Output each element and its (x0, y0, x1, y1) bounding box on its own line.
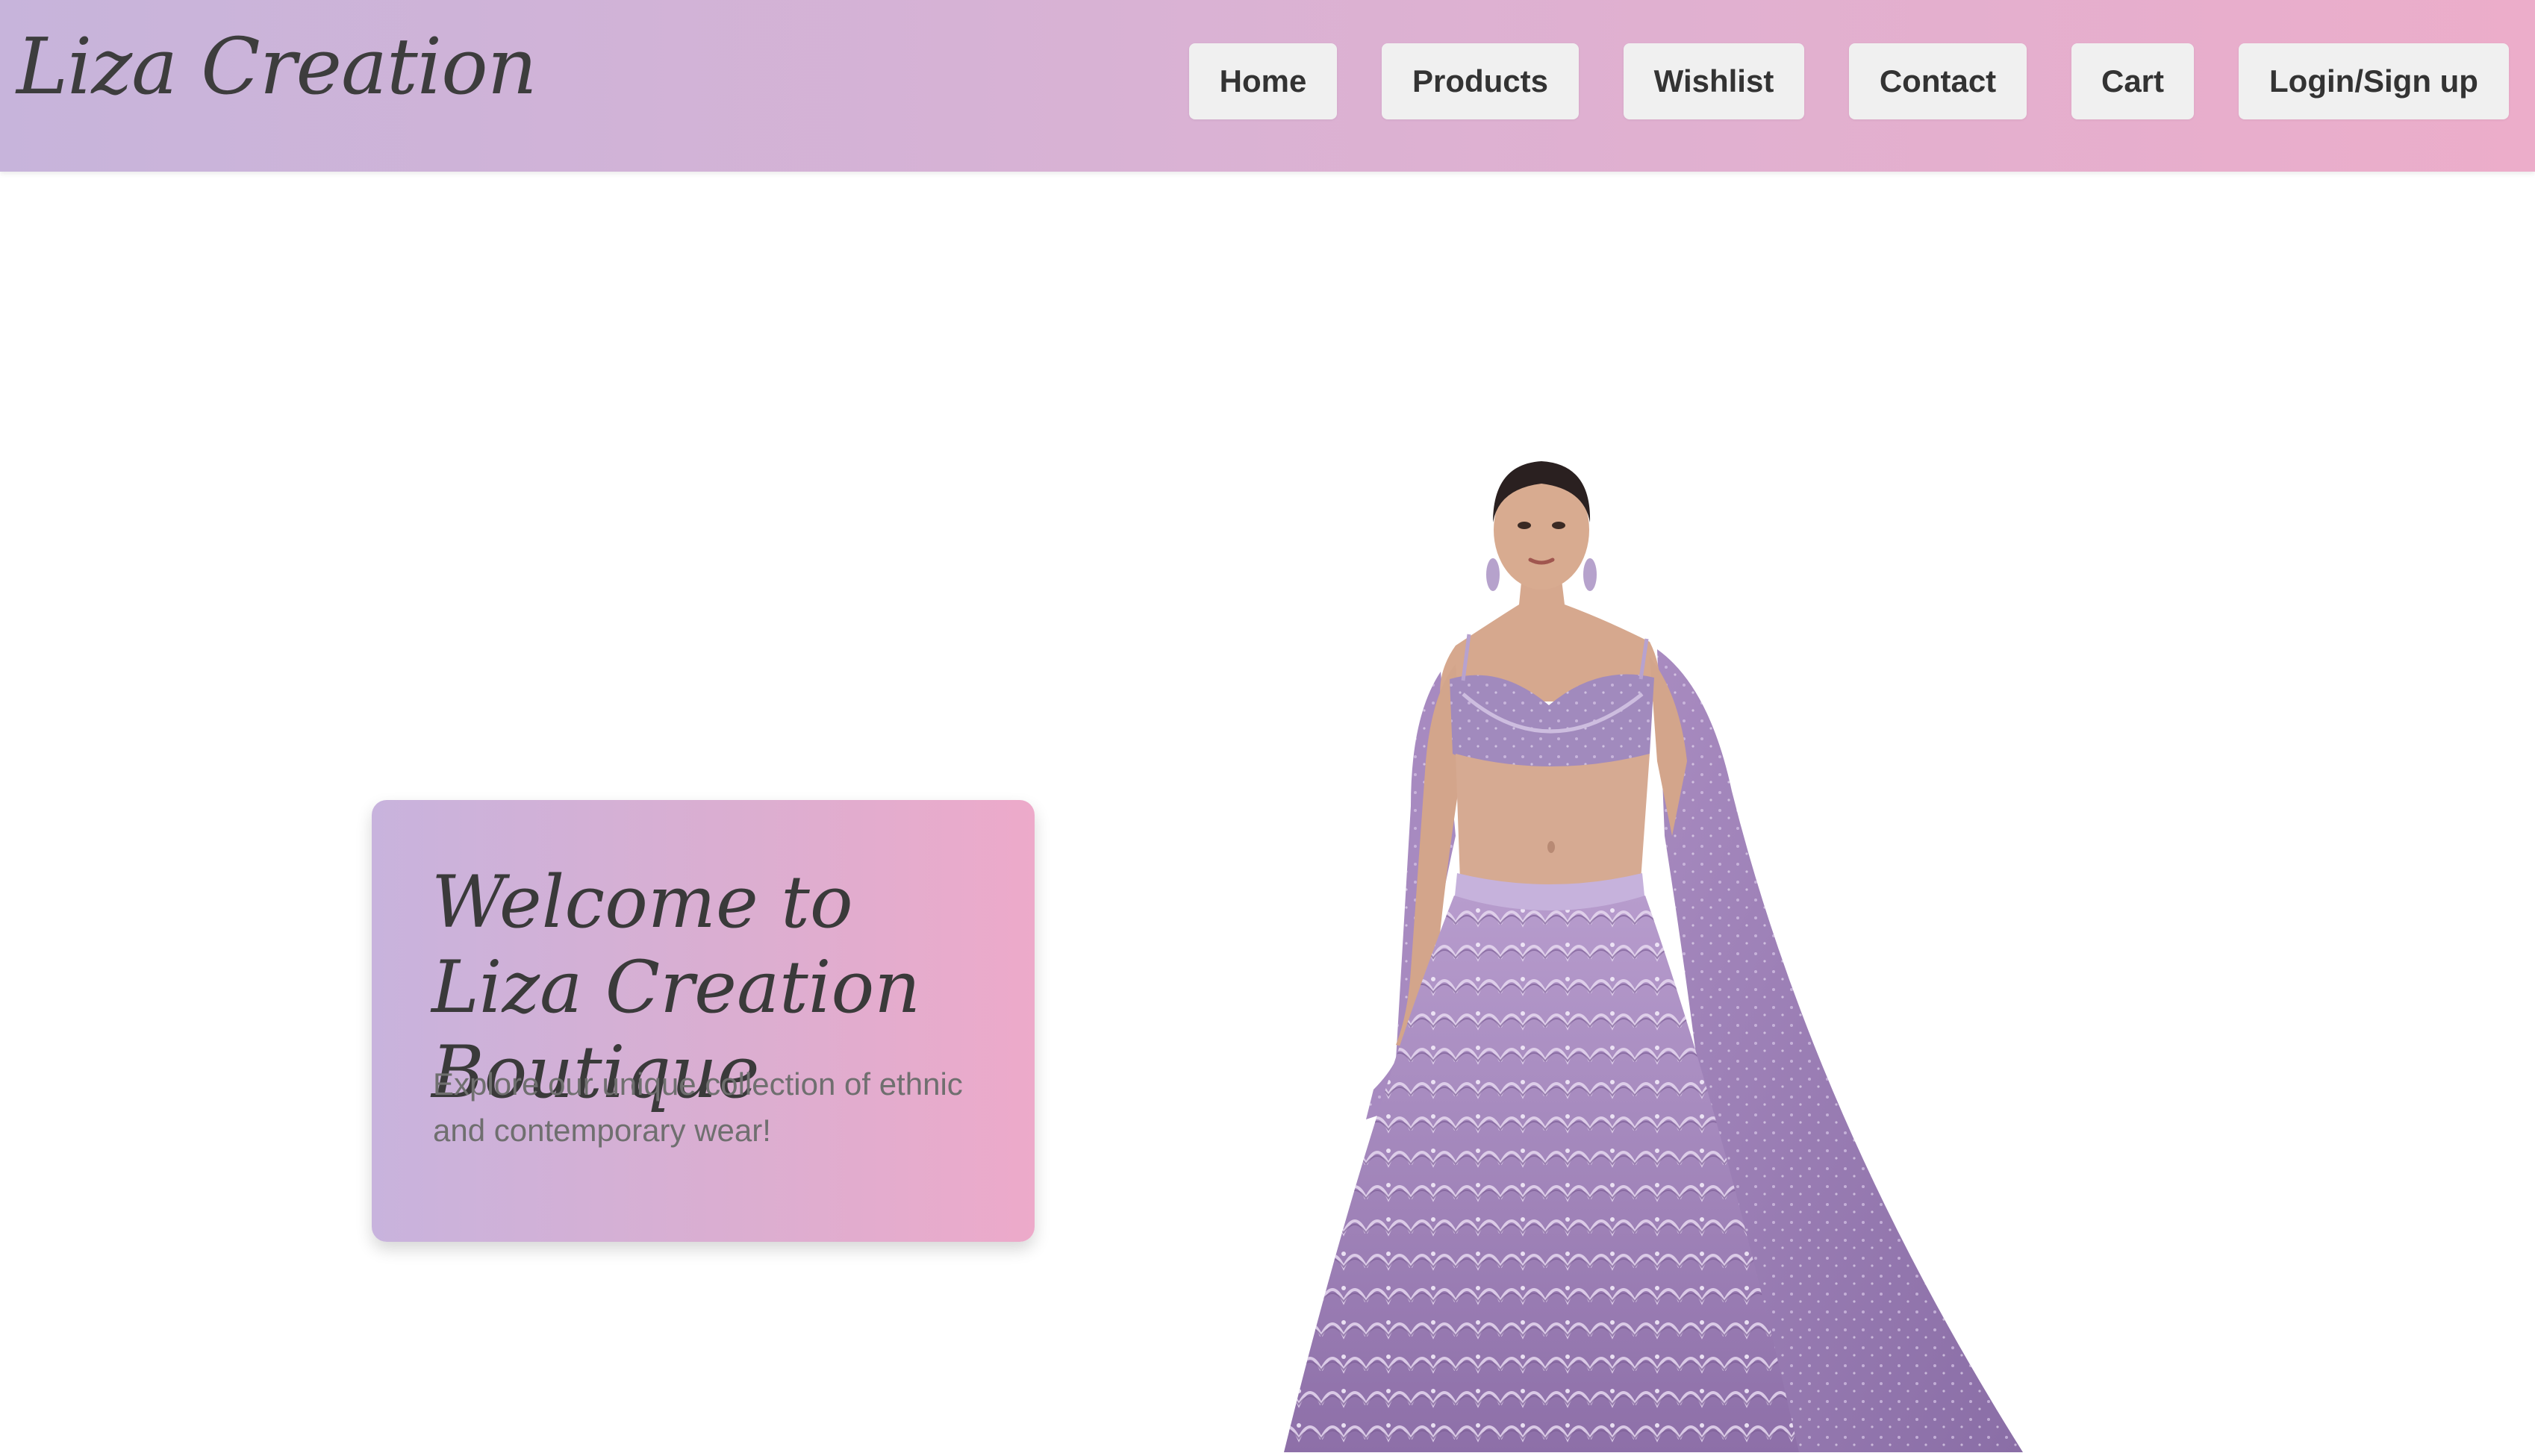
nav-contact-button[interactable]: Contact (1849, 43, 2027, 119)
site-header: Liza Creation Home Products Wishlist Con… (0, 0, 2535, 172)
welcome-card: Welcome to Liza Creation Boutique Explor… (372, 800, 1035, 1242)
main-nav: Home Products Wishlist Contact Cart Logi… (1189, 43, 2514, 119)
lehenga-model-illustration (1284, 461, 2023, 1452)
nav-products-button[interactable]: Products (1382, 43, 1579, 119)
brand-logo[interactable]: Liza Creation (16, 21, 537, 112)
nav-home-button[interactable]: Home (1189, 43, 1337, 119)
nav-login-signup-button[interactable]: Login/Sign up (2239, 43, 2509, 119)
welcome-subtitle: Explore our unique collection of ethnic … (433, 1066, 963, 1148)
nav-cart-button[interactable]: Cart (2071, 43, 2194, 119)
hero-model-image (1142, 448, 2053, 1452)
nav-wishlist-button[interactable]: Wishlist (1624, 43, 1804, 119)
